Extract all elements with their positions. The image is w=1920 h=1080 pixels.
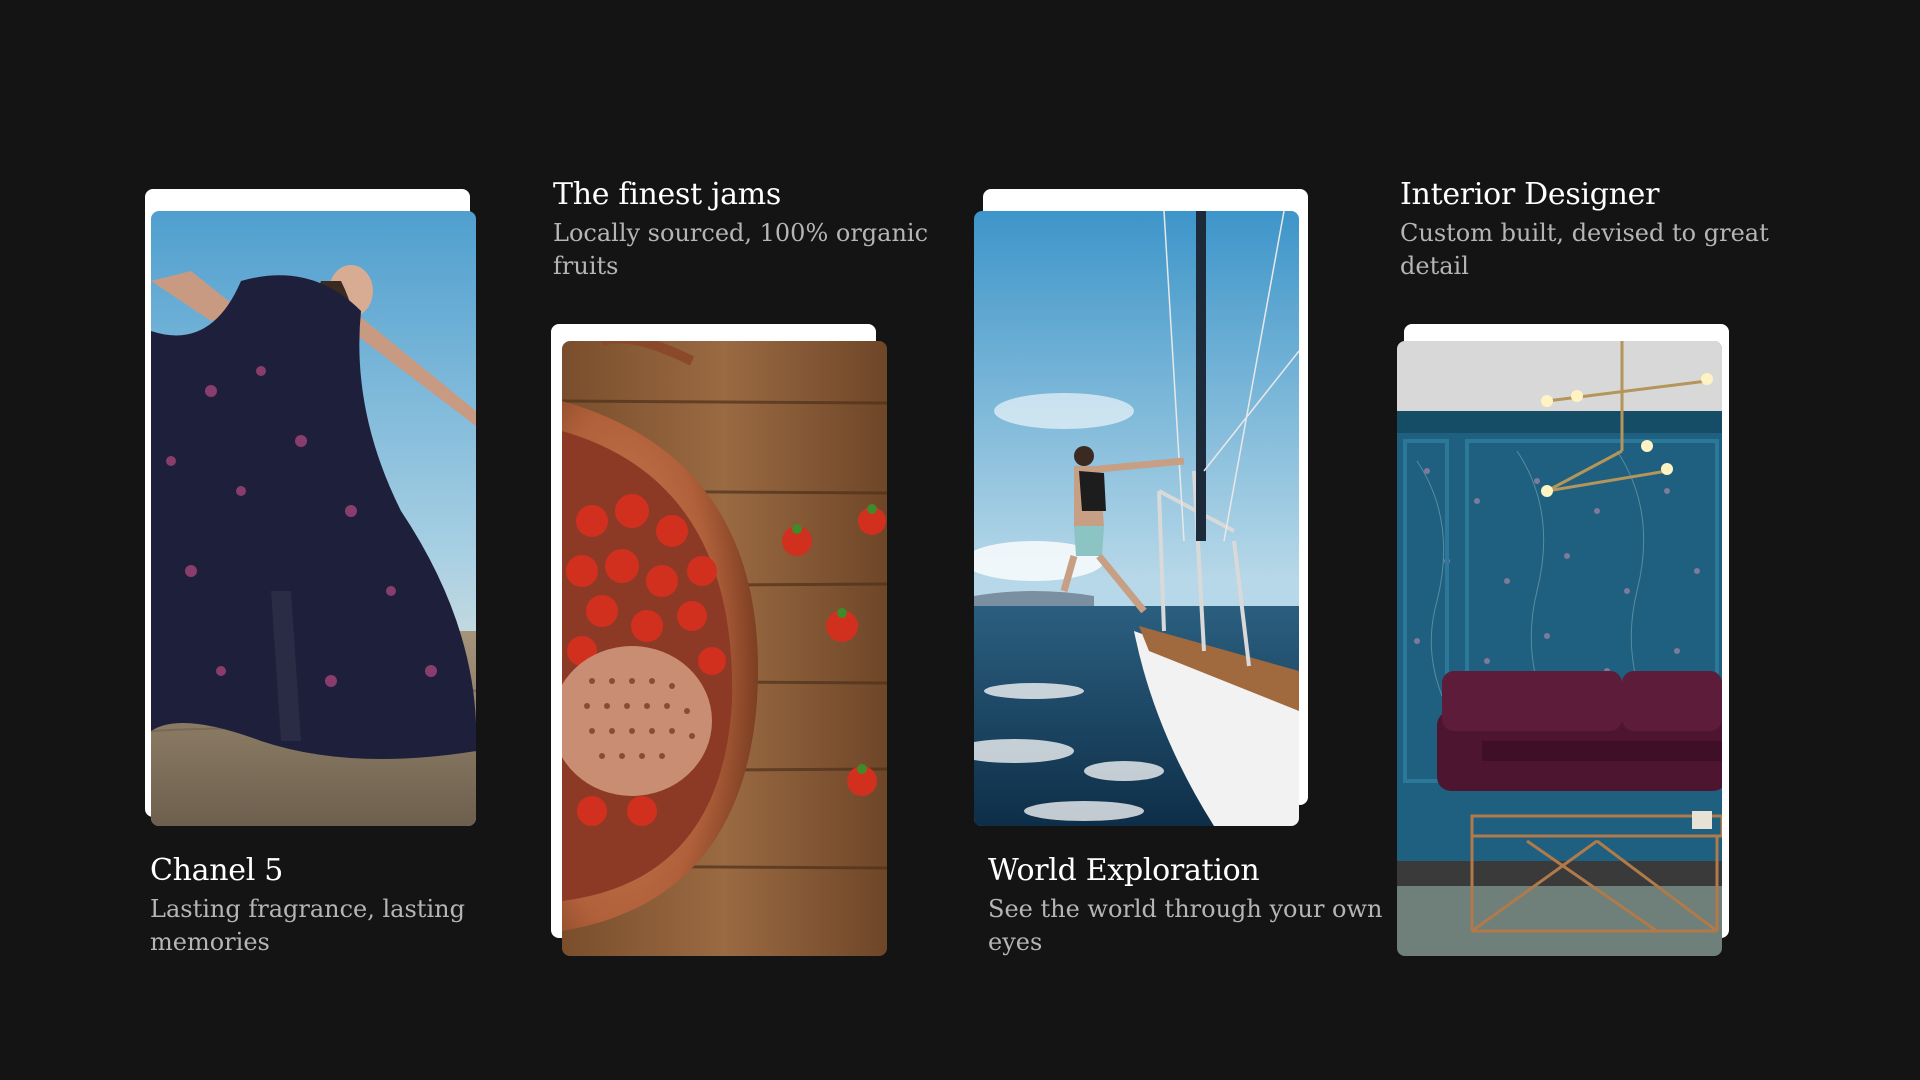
card-title: World Exploration (988, 853, 1260, 888)
card-title: Chanel 5 (150, 853, 284, 888)
card-subtitle: Lasting fragrance, lasting memories (150, 895, 465, 956)
card-caption: Interior Designer Custom built, devised … (1400, 177, 1780, 283)
card-title: Interior Designer (1400, 177, 1660, 212)
card-subtitle: See the world through your own eyes (988, 895, 1383, 956)
sailboat-ocean-photo[interactable] (974, 211, 1299, 826)
card-subtitle: Locally sourced, 100% organic fruits (553, 219, 929, 280)
strawberries-copper-pot-photo[interactable] (562, 341, 887, 956)
card-caption: The finest jams Locally sourced, 100% or… (553, 177, 933, 283)
card-caption: Chanel 5 Lasting fragrance, lasting memo… (150, 853, 490, 959)
dancer-on-beach-photo[interactable] (151, 211, 476, 826)
card-title: The finest jams (553, 177, 781, 212)
card-caption: World Exploration See the world through … (988, 853, 1388, 959)
blue-wallpaper-room-photo[interactable] (1397, 341, 1722, 956)
card-subtitle: Custom built, devised to great detail (1400, 219, 1769, 280)
